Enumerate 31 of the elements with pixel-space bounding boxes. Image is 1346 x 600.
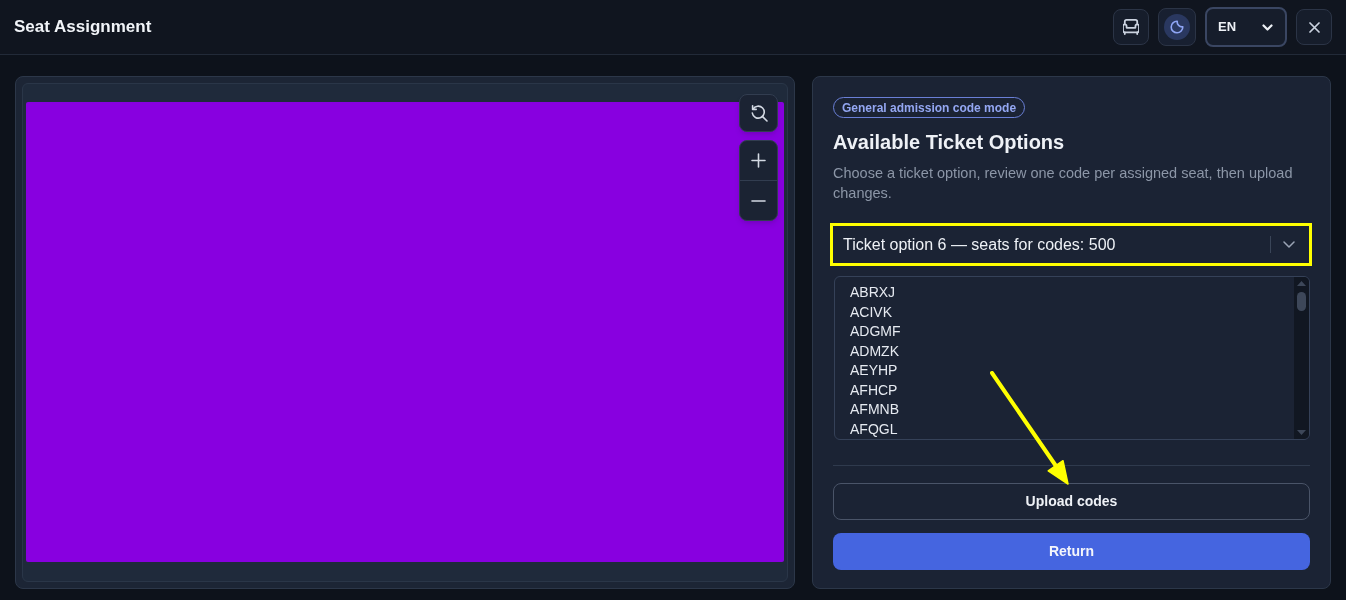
scroll-down-arrow-icon <box>1297 430 1306 435</box>
theme-toggle-button[interactable] <box>1158 8 1196 46</box>
close-icon <box>1308 21 1320 33</box>
panel-heading: Available Ticket Options <box>833 130 1066 155</box>
moon-icon <box>1164 14 1190 40</box>
magnifier-refresh-icon <box>749 104 768 122</box>
scrollbar[interactable] <box>1294 277 1309 439</box>
return-button[interactable]: Return <box>833 533 1310 570</box>
plus-icon <box>751 153 766 168</box>
chevron-down-icon <box>1262 23 1273 31</box>
code-item: AEYHP <box>850 361 898 380</box>
code-item: AFHCP <box>850 380 898 400</box>
close-button[interactable] <box>1296 9 1332 45</box>
code-item: AFMNB <box>850 400 899 419</box>
panel-description: Choose a ticket option, review one code per assigned seat, then upload changes. <box>833 164 1294 203</box>
language-select[interactable]: EN <box>1205 7 1287 47</box>
code-item: ABRXJ <box>850 283 896 302</box>
code-list-box[interactable]: ABRXJ ACIVK ADGMF ADMZK AEYHP AFHCP AFMNB AFQGL <box>834 276 1310 440</box>
code-item: ADMZK <box>850 341 899 361</box>
armchair-icon <box>1123 19 1139 35</box>
page-title: Seat Assignment <box>14 16 152 39</box>
code-item: ACIVK <box>850 302 892 322</box>
code-item: ADGMF <box>850 322 901 341</box>
scroll-up-arrow-icon <box>1297 281 1306 286</box>
reset-zoom-button[interactable] <box>739 94 778 132</box>
seat-view-button[interactable] <box>1113 9 1149 45</box>
chevron-down-icon <box>1283 241 1295 248</box>
scrollbar-thumb[interactable] <box>1297 292 1306 311</box>
code-item: AFQGL <box>850 419 898 439</box>
upload-codes-button[interactable]: Upload codes <box>833 483 1310 520</box>
minus-icon <box>751 199 766 202</box>
